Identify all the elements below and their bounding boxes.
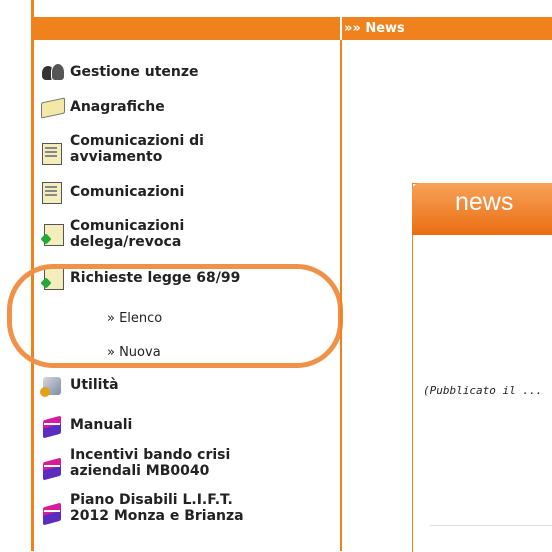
label-line-1: Comunicazioni: [70, 218, 185, 234]
sidebar-item-label: Comunicazioni: [70, 184, 185, 200]
published-date-text: (Pubblicato il ...: [423, 384, 543, 397]
news-panel-title: news: [455, 188, 514, 216]
sidebar-item-label: Comunicazioni di avviamento: [70, 133, 204, 165]
document-green-icon: [38, 220, 70, 248]
top-bar: [31, 17, 552, 40]
label-line-2: 2012 Monza e Brianza: [70, 508, 244, 524]
users-icon: [38, 60, 70, 88]
document-icon: [38, 139, 70, 167]
label-line-1: Incentivi bando crisi: [70, 447, 231, 463]
label-line-2: avviamento: [70, 149, 163, 165]
sidebar-item-piano-disabili-lift[interactable]: Piano Disabili L.I.F.T. 2012 Monza e Bri…: [38, 492, 244, 528]
news-panel: [412, 183, 552, 552]
tools-icon: [38, 373, 70, 401]
sidebar-separator: [340, 40, 342, 551]
label-line-2: aziendali MB0040: [70, 463, 210, 479]
sidebar-item-comunicazioni-delega-revoca[interactable]: Comunicazioni delega/revoca: [38, 218, 184, 250]
highlight-annotation: [7, 264, 343, 368]
sidebar-item-anagrafiche[interactable]: Anagrafiche: [38, 94, 165, 122]
sidebar-item-label: Incentivi bando crisi aziendali MB0040: [70, 447, 230, 479]
sidebar-item-gestione-utenze[interactable]: Gestione utenze: [38, 60, 199, 88]
news-section-header: »» News: [344, 21, 405, 36]
document-icon: [38, 178, 70, 206]
books-icon: [38, 455, 70, 483]
books-icon: [38, 500, 70, 528]
sidebar-item-label: Manuali: [70, 417, 133, 433]
sidebar-item-incentivi-bando-crisi[interactable]: Incentivi bando crisi aziendali MB0040: [38, 447, 230, 483]
sidebar-item-label: Piano Disabili L.I.F.T. 2012 Monza e Bri…: [70, 492, 244, 524]
sidebar-item-label: Utilità: [70, 377, 119, 393]
sidebar-item-comunicazioni[interactable]: Comunicazioni: [38, 178, 184, 206]
label-line-1: Comunicazioni di: [70, 133, 204, 149]
sidebar-item-label: Comunicazioni delega/revoca: [70, 218, 184, 250]
label-line-2: delega/revoca: [70, 234, 182, 250]
sidebar-item-comunicazioni-avviamento[interactable]: Comunicazioni di avviamento: [38, 133, 204, 167]
sidebar-item-utilita[interactable]: Utilità: [38, 373, 119, 401]
sidebar-item-manuali[interactable]: Manuali: [38, 413, 132, 441]
top-bar-divider: [340, 17, 342, 40]
sidebar-item-label: Gestione utenze: [70, 64, 199, 80]
label-line-1: Piano Disabili L.I.F.T.: [70, 492, 233, 508]
registry-book-icon: [38, 94, 70, 122]
sidebar-item-label: Anagrafiche: [70, 99, 165, 115]
books-icon: [38, 413, 70, 441]
news-panel-divider: [430, 525, 552, 526]
